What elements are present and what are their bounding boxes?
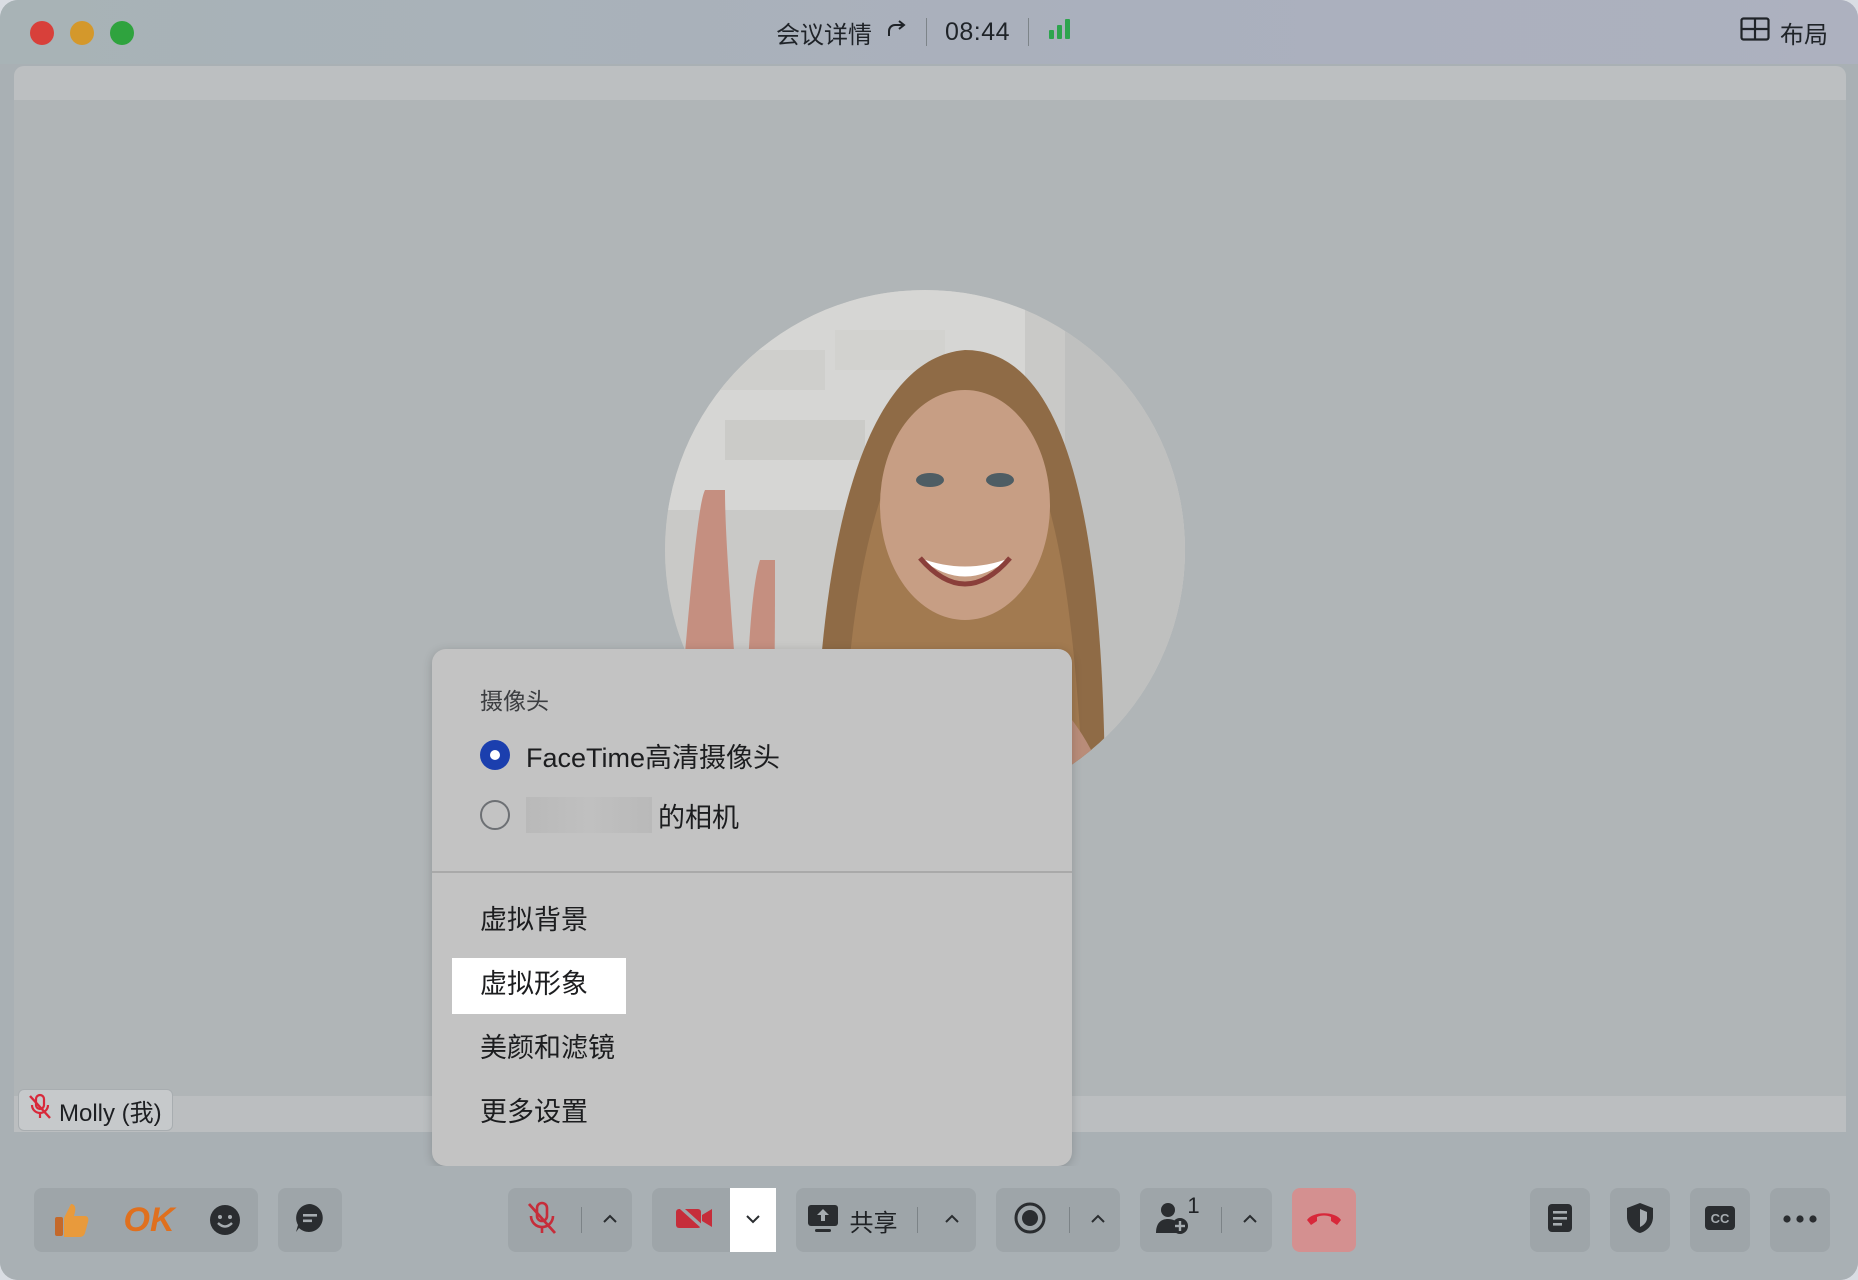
svg-text:CC: CC	[1711, 1211, 1730, 1226]
menu-item-beauty-filters[interactable]: 美颜和滤镜	[480, 1028, 615, 1068]
meeting-timer: 08:44	[945, 17, 1011, 46]
signal-bars-icon[interactable]	[1047, 17, 1073, 48]
notes-button[interactable]	[1530, 1188, 1590, 1252]
meeting-toolbar: OK 共享 1 CC	[0, 1166, 1858, 1280]
participant-name: Molly (我)	[59, 1099, 162, 1127]
minimize-window-button[interactable]	[70, 21, 94, 45]
title-center: 会议详情 08:44	[776, 14, 1073, 50]
mic-options-button[interactable]	[593, 1188, 627, 1252]
title-separator	[1028, 18, 1030, 46]
meeting-detail-label: 会议详情	[776, 21, 872, 49]
thumbs-up-icon[interactable]	[51, 1188, 91, 1252]
menu-item-virtual-background[interactable]: 虚拟背景	[480, 900, 588, 940]
chevron-up-icon	[944, 1211, 960, 1229]
share-group: 共享	[796, 1188, 976, 1252]
screen-share-icon	[806, 1202, 840, 1239]
security-shield-icon	[1625, 1201, 1655, 1240]
chevron-up-icon	[1242, 1211, 1258, 1229]
record-icon	[1013, 1201, 1047, 1240]
ok-reaction[interactable]: OK	[124, 1188, 175, 1252]
security-button[interactable]	[1610, 1188, 1670, 1252]
camera-option-label: 的相机	[658, 802, 739, 833]
captions-cc-icon: CC	[1703, 1204, 1737, 1237]
participants-group: 1	[1140, 1188, 1272, 1252]
emoji-icon[interactable]	[208, 1188, 242, 1252]
toolbar-divider	[916, 1207, 918, 1233]
add-participant-icon	[1155, 1201, 1191, 1240]
reactions-group: OK	[34, 1188, 258, 1252]
radio-unselected-icon[interactable]	[480, 800, 510, 830]
participants-button[interactable]: 1	[1146, 1188, 1210, 1252]
share-options-button[interactable]	[937, 1188, 967, 1252]
participants-options-button[interactable]	[1233, 1188, 1267, 1252]
more-dots-icon	[1782, 1211, 1818, 1229]
zoom-window-button[interactable]	[110, 21, 134, 45]
more-options-button[interactable]	[1770, 1188, 1830, 1252]
stage-top-bar	[14, 66, 1846, 100]
share-screen-button[interactable]: 共享	[806, 1188, 898, 1252]
share-label: 共享	[849, 1209, 898, 1237]
menu-divider	[432, 871, 1072, 873]
chevron-up-icon	[602, 1211, 618, 1229]
chat-button[interactable]	[278, 1188, 342, 1252]
mic-muted-icon	[525, 1200, 559, 1241]
chat-icon	[293, 1201, 327, 1240]
chevron-down-icon	[745, 1211, 761, 1229]
mic-muted-icon	[27, 1093, 53, 1128]
share-arrow-icon	[886, 18, 908, 47]
camera-section-title: 摄像头	[480, 688, 549, 714]
leave-meeting-button[interactable]	[1292, 1188, 1356, 1252]
captions-button[interactable]: CC	[1690, 1188, 1750, 1252]
video-options-button[interactable]	[730, 1188, 776, 1252]
mic-toggle-button[interactable]	[514, 1188, 570, 1252]
title-bar: 会议详情 08:44 布局	[0, 0, 1858, 64]
hang-up-icon	[1305, 1208, 1343, 1233]
close-window-button[interactable]	[30, 21, 54, 45]
camera-off-icon	[674, 1203, 714, 1238]
menu-item-more-settings[interactable]: 更多设置	[480, 1092, 588, 1132]
microphone-group	[508, 1188, 632, 1252]
camera-option-label: FaceTime高清摄像头	[526, 742, 781, 773]
camera-options-menu: 摄像头 FaceTime高清摄像头 的相机 虚拟背景 虚拟形象 美颜和滤镜 更多…	[432, 649, 1072, 1166]
notes-icon	[1546, 1202, 1574, 1239]
meeting-window: 会议详情 08:44 布局 Molly (我) 摄像头 FaceTime高清摄像…	[0, 0, 1858, 1280]
chevron-up-icon	[1090, 1211, 1106, 1229]
title-separator	[926, 18, 927, 46]
redacted-device-name	[526, 797, 652, 833]
layout-label: 布局	[1780, 21, 1828, 49]
toolbar-divider	[1068, 1207, 1070, 1233]
participant-name-tag: Molly (我)	[18, 1089, 173, 1131]
video-toggle-button[interactable]	[666, 1188, 722, 1252]
participant-count: 1	[1187, 1193, 1200, 1218]
record-options-button[interactable]	[1081, 1188, 1115, 1252]
menu-item-virtual-avatar[interactable]: 虚拟形象	[480, 964, 588, 1004]
record-button[interactable]	[1002, 1188, 1058, 1252]
meeting-detail-button[interactable]: 会议详情	[776, 15, 908, 50]
video-group	[652, 1188, 776, 1252]
toolbar-divider	[580, 1207, 582, 1233]
record-group	[996, 1188, 1120, 1252]
camera-option-phone[interactable]: 的相机	[480, 795, 739, 835]
radio-selected-icon[interactable]	[480, 740, 510, 770]
layout-button[interactable]: 布局	[1740, 14, 1828, 50]
toolbar-divider	[1220, 1207, 1222, 1233]
layout-grid-icon	[1740, 16, 1770, 48]
camera-option-facetime[interactable]: FaceTime高清摄像头	[480, 735, 780, 775]
